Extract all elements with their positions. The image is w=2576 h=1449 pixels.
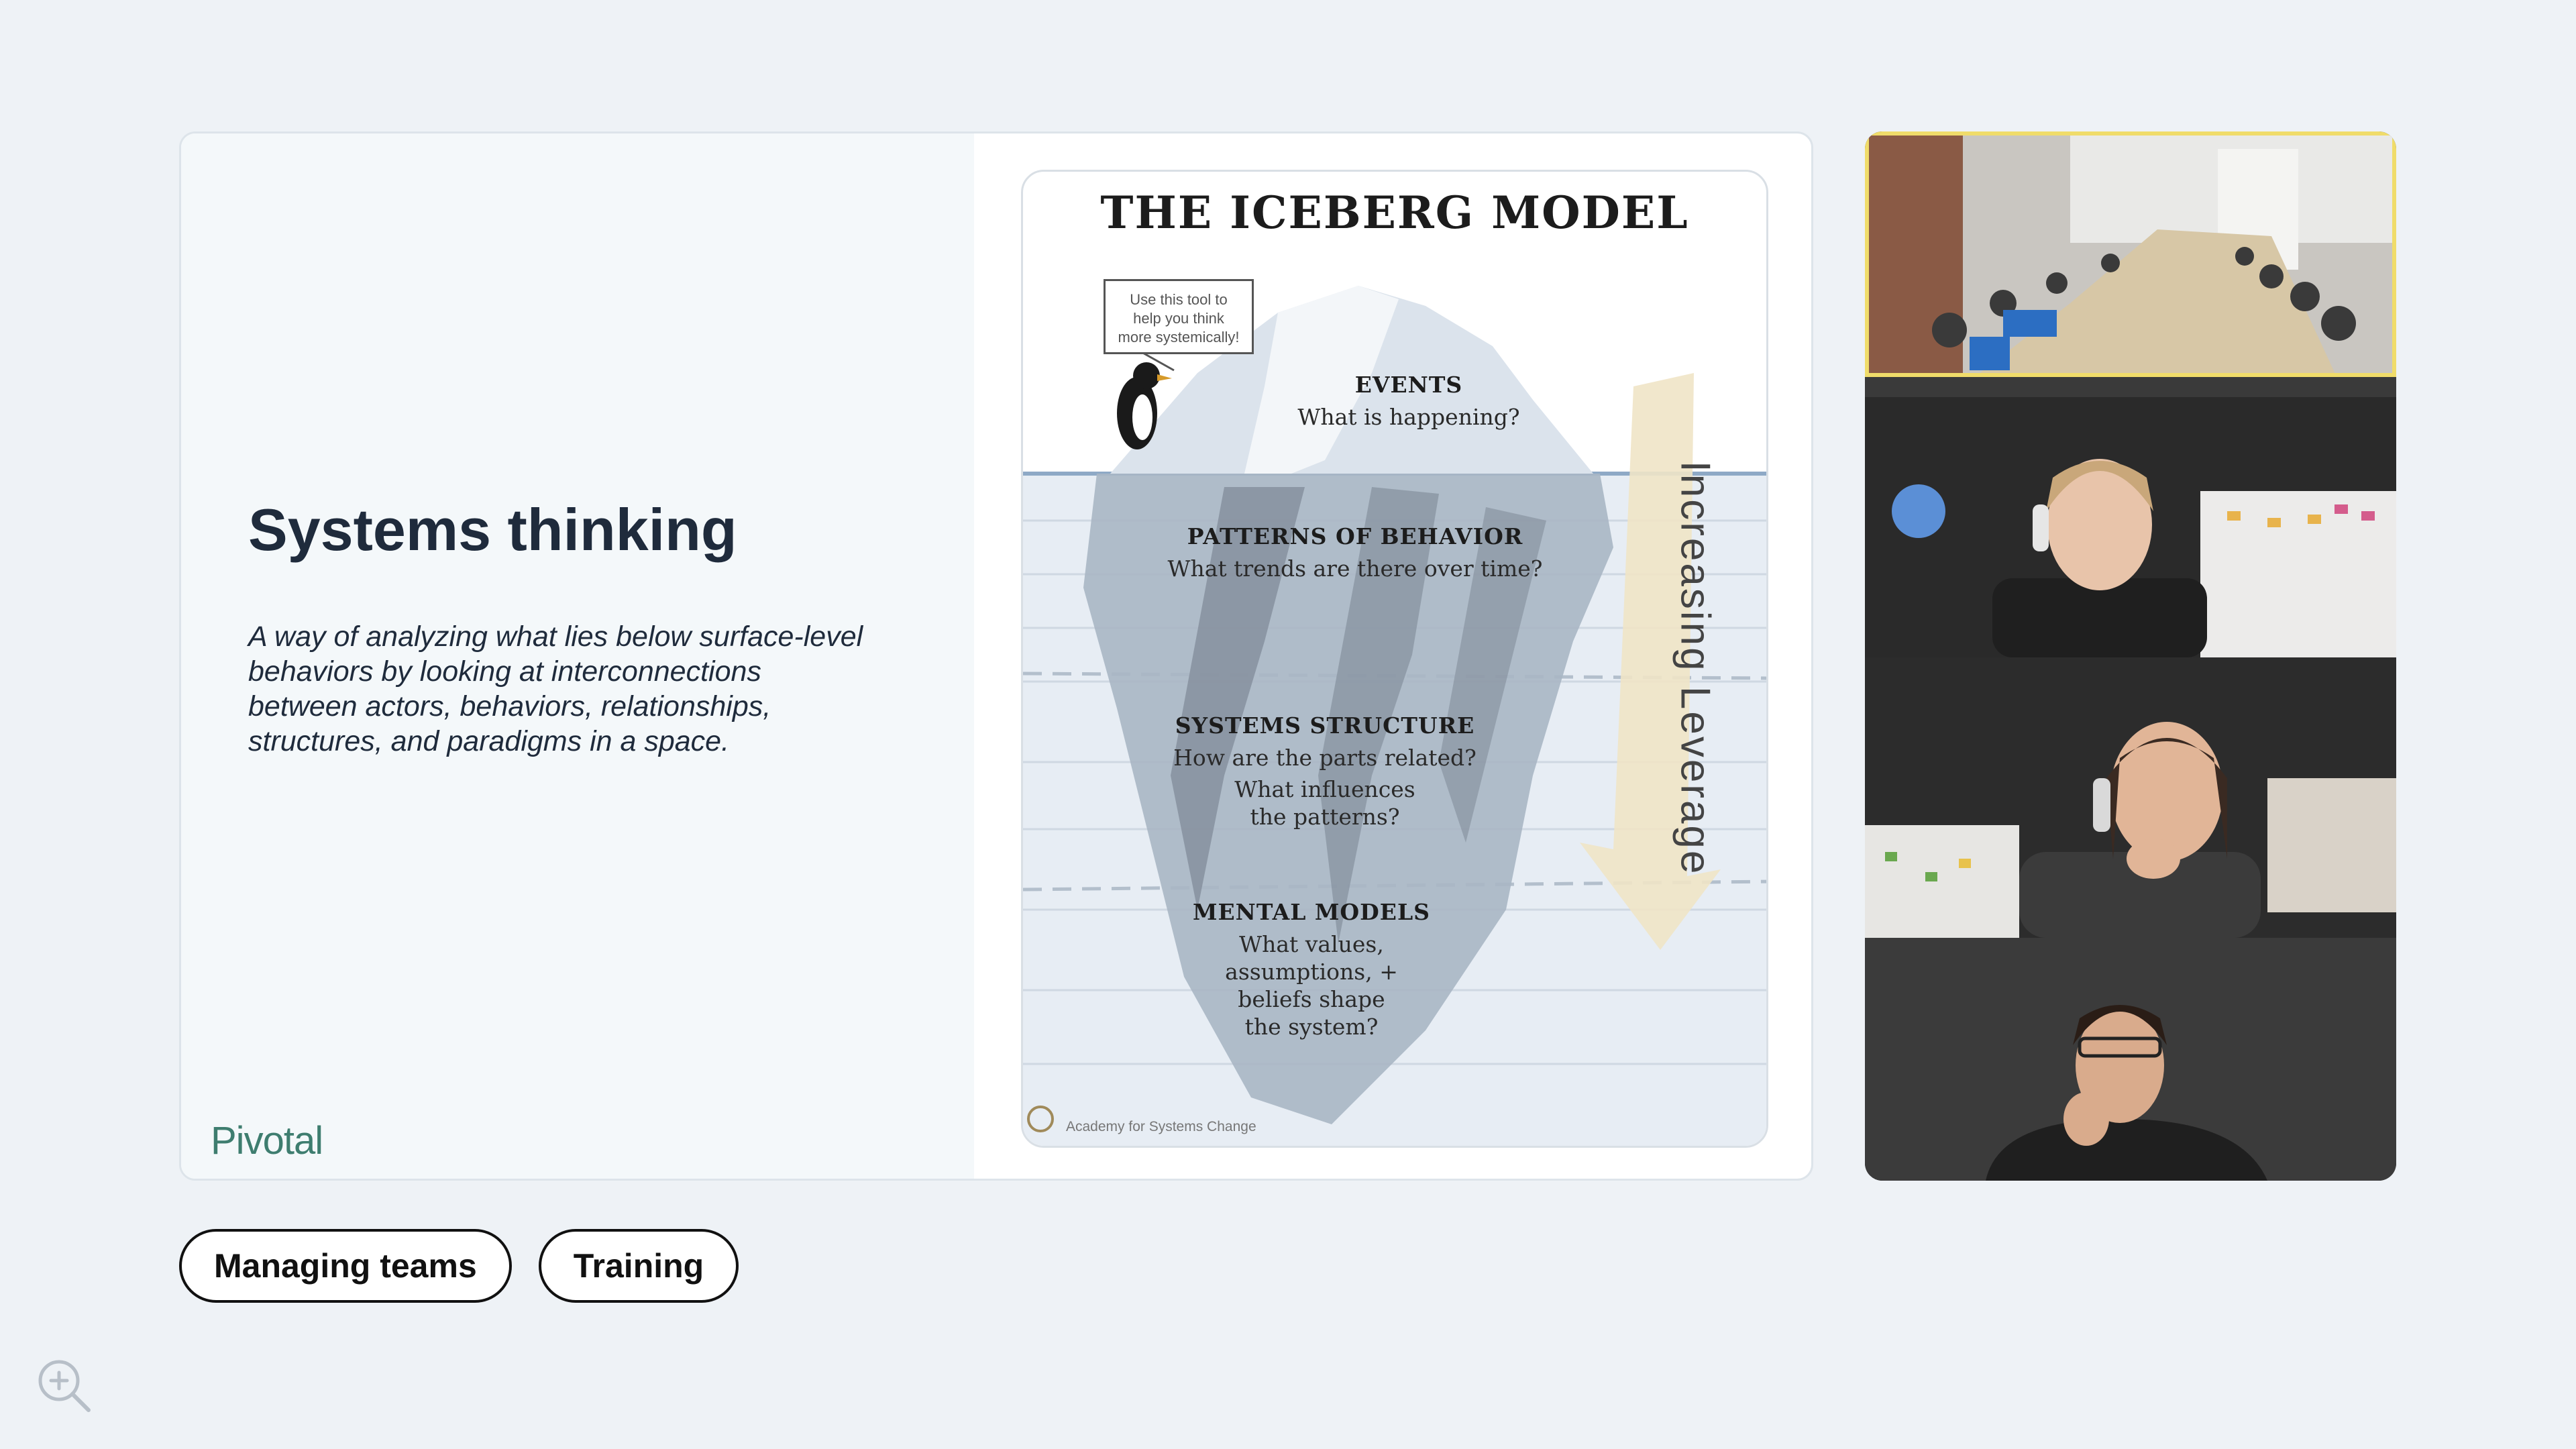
- leverage-arrow-label: Increasing Leverage: [1672, 460, 1719, 876]
- slide-card: Systems thinking A way of analyzing what…: [179, 131, 1813, 1181]
- level-events: EVENTS What is happening?: [1297, 372, 1520, 430]
- tag-managing-teams[interactable]: Managing teams: [179, 1229, 512, 1303]
- zoom-in-icon[interactable]: [35, 1356, 93, 1414]
- level-structure: SYSTEMS STRUCTURE How are the parts rela…: [1173, 712, 1477, 830]
- pivotal-logo: Pivotal: [211, 1119, 323, 1163]
- level-patterns: PATTERNS OF BEHAVIOR What trends are the…: [1167, 523, 1543, 582]
- slide-text-panel: Systems thinking A way of analyzing what…: [181, 133, 974, 1179]
- video-strip: [1865, 131, 2396, 1181]
- slide-title: Systems thinking: [248, 496, 737, 563]
- video-tile-participant-2[interactable]: [1865, 657, 2396, 938]
- slide-description: A way of analyzing what lies below surfa…: [248, 621, 863, 757]
- tag-list: Managing teams Training: [179, 1229, 739, 1303]
- video-feed: [1865, 657, 2396, 938]
- video-tile-participant-1[interactable]: [1865, 377, 2396, 657]
- poster-credit: Academy for Systems Change: [1066, 1119, 1256, 1134]
- iceberg-title: THE ICEBERG MODEL: [1100, 186, 1689, 239]
- video-feed: [1869, 136, 2392, 373]
- video-feed: [1865, 938, 2396, 1181]
- tag-training[interactable]: Training: [538, 1229, 739, 1303]
- level-mental-models: MENTAL MODELS What values, assumptions, …: [1193, 899, 1430, 1040]
- video-feed: [1865, 377, 2396, 657]
- video-tile-conference-room[interactable]: [1865, 131, 2396, 377]
- iceberg-poster: THE ICEBERG MODEL Use this tool to help …: [1021, 170, 1768, 1148]
- speech-bubble: Use this tool to help you think more sys…: [1104, 279, 1254, 354]
- video-tile-participant-3[interactable]: [1865, 938, 2396, 1181]
